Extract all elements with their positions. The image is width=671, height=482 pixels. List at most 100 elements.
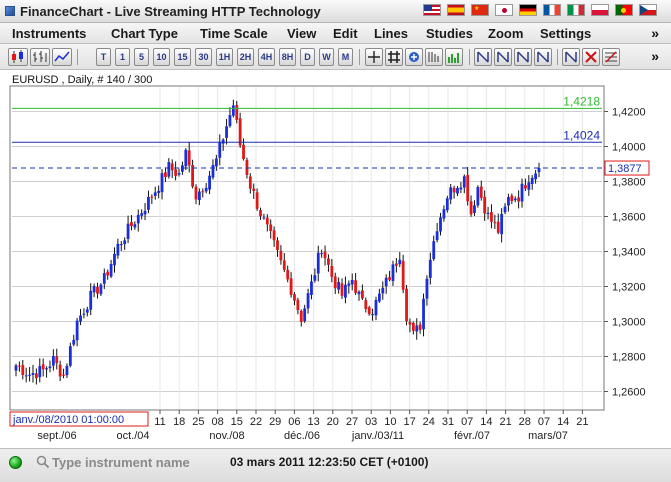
candle-down [340,283,344,296]
menu-edit[interactable]: Edit [333,26,358,41]
x-day-label: 24 [423,416,435,428]
timescale-10m-button[interactable]: 10 [153,48,170,66]
x-day-label: 20 [327,416,339,428]
volume-icon[interactable] [445,48,463,66]
china-flag-icon[interactable]: ★ [471,4,489,16]
candle-up [459,187,463,190]
timescale-4h-button[interactable]: 4H [258,48,275,66]
timescale-1m-button[interactable]: 1 [115,48,130,66]
plot-area [9,85,605,411]
zoom-1-icon[interactable] [474,48,492,66]
candle-down [238,118,242,146]
timescale-30m-button[interactable]: 30 [195,48,212,66]
delete-icon[interactable] [582,48,600,66]
candle-up [45,368,48,370]
candle-up [500,213,504,235]
app-title: FinanceChart - Live Streaming HTTP Techn… [20,4,321,19]
timescale-tick-button[interactable]: T [96,48,111,66]
candle-up [126,223,130,240]
candle-up [350,279,354,285]
timescale-1h-button[interactable]: 1H [216,48,233,66]
candle-down [259,210,262,217]
candle-up [425,278,429,299]
portugal-flag-icon[interactable] [615,4,633,16]
candle-up [513,198,517,201]
crosshair-icon[interactable] [365,48,383,66]
timescale-5m-button[interactable]: 5 [134,48,149,66]
us-flag-icon[interactable] [423,4,441,16]
menu-overflow-button[interactable]: » [651,25,659,41]
timescale-daily-button[interactable]: D [300,48,315,66]
menu-lines[interactable]: Lines [374,26,408,41]
price-chart[interactable]: 1,4218 1,4024 1,3877 1,2600 1,2800 1,3000 1,3… [0,70,671,448]
timescale-monthly-button[interactable]: M [338,48,353,66]
cursor-time-label: janv./08/2010 01:00:00 [12,414,124,426]
candle-up [473,205,476,213]
candle-down [418,324,422,330]
candle-down [469,201,473,215]
france-flag-icon[interactable] [543,4,561,16]
japan-flag-icon[interactable] [495,4,513,16]
timescale-8h-button[interactable]: 8H [279,48,296,66]
candle-up [167,162,171,177]
candlestick-icon[interactable] [8,48,28,66]
candle-up [310,281,313,295]
candle-down [242,144,245,160]
candle-up [486,212,490,214]
candle-up [160,173,164,193]
candle-up [225,126,228,138]
candle-up [85,309,89,313]
line-chart-icon[interactable] [52,48,72,66]
fibonacci-icon[interactable] [602,48,620,66]
candle-up [228,115,232,127]
instrument-search-input[interactable] [52,453,200,472]
menu-zoom[interactable]: Zoom [488,26,523,41]
scale-icon[interactable] [425,48,443,66]
toolbar-separator [469,49,470,65]
timescale-15m-button[interactable]: 15 [174,48,191,66]
toolbar-separator [359,49,360,65]
horizontal-line-label: 1,4024 [563,128,600,142]
candle-up [391,264,395,282]
candle-up [113,253,116,266]
candle-up [140,213,144,216]
x-month-label: janv./03/11 [351,430,404,442]
candle-up [303,308,307,322]
candle-down [245,159,249,175]
candle-up [534,173,538,180]
candle-down [265,217,269,225]
czech-flag-icon[interactable] [639,4,657,16]
menu-settings[interactable]: Settings [540,26,591,41]
zoom-3-icon[interactable] [514,48,532,66]
menu-instruments[interactable]: Instruments [12,26,86,41]
grid-icon[interactable] [385,48,403,66]
x-day-label: 22 [250,416,262,428]
menu-time-scale[interactable]: Time Scale [200,26,268,41]
zoom-2-icon[interactable] [494,48,512,66]
candle-down [187,150,191,166]
candle-down [289,278,293,295]
cursor-icon[interactable] [405,48,423,66]
x-day-label: 21 [576,416,588,428]
zoom-4-icon[interactable] [534,48,552,66]
x-day-label: 27 [346,416,358,428]
germany-flag-icon[interactable] [519,4,537,16]
menu-view[interactable]: View [287,26,316,41]
instrument-label: EURUSD , Daily, # 140 / 300 [12,74,153,86]
candle-down [411,322,415,331]
x-day-label: 31 [442,416,454,428]
candle-up [422,298,425,330]
candle-up [381,287,385,294]
bar-chart-icon[interactable] [30,48,50,66]
menu-studies[interactable]: Studies [426,26,473,41]
candle-up [204,187,208,192]
timescale-2h-button[interactable]: 2H [237,48,254,66]
menu-chart-type[interactable]: Chart Type [111,26,178,41]
poland-flag-icon[interactable] [591,4,609,16]
timescale-weekly-button[interactable]: W [319,48,334,66]
title-bar: FinanceChart - Live Streaming HTTP Techn… [0,0,671,23]
spain-flag-icon[interactable] [447,4,465,16]
toolbar-overflow-button[interactable]: » [651,48,659,64]
italy-flag-icon[interactable] [567,4,585,16]
edit-lines-icon[interactable] [562,48,580,66]
